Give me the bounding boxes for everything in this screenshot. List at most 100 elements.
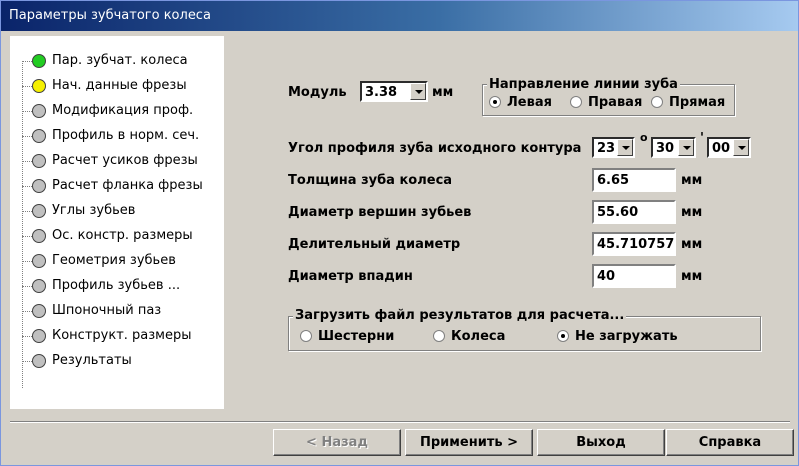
tree-item-design-dims[interactable]: Конструкт. размеры xyxy=(10,326,224,348)
angle-degrees-select[interactable]: 23 xyxy=(592,137,635,158)
dialog-window: Параметры зубчатого колеса Пар. зубчат. … xyxy=(0,0,799,466)
apply-button[interactable]: Применить > xyxy=(405,429,533,456)
load-radio-none[interactable]: Не загружать xyxy=(557,329,678,344)
tree-item-cutter-data[interactable]: Нач. данные фрезы xyxy=(10,76,224,98)
angle-label: Угол профиля зуба исходного контура xyxy=(288,141,582,156)
tree-item-tooth-geometry[interactable]: Геометрия зубьев xyxy=(10,251,224,273)
tree-item-label: Профиль зубьев ... xyxy=(52,278,181,293)
tree-item-label: Расчет усиков фрезы xyxy=(52,153,198,168)
root-diameter-label: Диаметр впадин xyxy=(288,269,413,284)
tree-item-label: Пар. зубчат. колеса xyxy=(52,53,188,68)
tree-item-label: Профиль в норм. сеч. xyxy=(52,128,200,143)
direction-radio-left[interactable]: Левая xyxy=(489,95,552,110)
status-dot-icon xyxy=(32,254,46,268)
window-title: Параметры зубчатого колеса xyxy=(9,8,211,23)
radio-label: Правая xyxy=(588,95,643,110)
help-button[interactable]: Справка xyxy=(666,429,794,456)
title-bar[interactable]: Параметры зубчатого колеса xyxy=(1,1,798,31)
pitch-diameter-value: 45.710757 xyxy=(597,237,675,252)
tip-diameter-label: Диаметр вершин зубьев xyxy=(288,205,472,220)
status-dot-icon xyxy=(32,329,46,343)
radio-icon xyxy=(651,95,663,108)
tree-item-tooth-angles[interactable]: Углы зубьев xyxy=(10,201,224,223)
tooth-thickness-label: Толщина зуба колеса xyxy=(288,173,453,188)
pitch-diameter-field[interactable]: 45.710757 xyxy=(592,232,676,256)
tooth-thickness-value: 6.65 xyxy=(597,173,630,188)
root-diameter-field[interactable]: 40 xyxy=(592,264,676,288)
tree-item-label: Геометрия зубьев xyxy=(52,253,176,268)
tree-item-cutter-whiskers[interactable]: Расчет усиков фрезы xyxy=(10,151,224,173)
button-separator xyxy=(10,421,790,423)
status-dot-icon xyxy=(32,129,46,143)
radio-icon xyxy=(433,329,445,342)
tree-item-main-dims[interactable]: Ос. констр. размеры xyxy=(10,226,224,248)
angle-minutes-value: 30 xyxy=(656,141,675,156)
module-label: Модуль xyxy=(288,85,347,100)
module-unit: мм xyxy=(432,85,454,100)
radio-label: Левая xyxy=(507,95,552,110)
chevron-down-icon[interactable] xyxy=(733,139,749,156)
exit-button[interactable]: Выход xyxy=(537,429,665,456)
tree-item-label: Расчет фланка фрезы xyxy=(52,178,203,193)
status-dot-icon xyxy=(32,229,46,243)
tooth-thickness-unit: мм xyxy=(681,173,703,188)
root-diameter-unit: мм xyxy=(681,269,703,284)
tree-item-tooth-profile[interactable]: Профиль зубьев ... xyxy=(10,276,224,298)
angle-seconds-value: 00 xyxy=(712,141,731,156)
radio-icon xyxy=(570,95,582,108)
radio-label: Колеса xyxy=(451,329,506,344)
tree-item-normal-section[interactable]: Профиль в норм. сеч. xyxy=(10,126,224,148)
chevron-down-icon[interactable] xyxy=(410,83,426,100)
chevron-down-icon[interactable] xyxy=(678,139,694,156)
tree-item-label: Ос. констр. размеры xyxy=(52,228,193,243)
radio-label: Шестерни xyxy=(318,329,395,344)
chevron-down-icon[interactable] xyxy=(617,139,633,156)
radio-icon xyxy=(300,329,312,342)
tree-item-label: Углы зубьев xyxy=(52,203,136,218)
status-dot-icon xyxy=(32,179,46,193)
tree-item-gear-params[interactable]: Пар. зубчат. колеса xyxy=(10,51,224,73)
tree-item-profile-mod[interactable]: Модификация проф. xyxy=(10,101,224,123)
tree-item-cutter-flank[interactable]: Расчет фланка фрезы xyxy=(10,176,224,198)
status-dot-icon xyxy=(32,354,46,368)
radio-label: Не загружать xyxy=(575,329,678,344)
tree-item-label: Шпоночный паз xyxy=(52,303,162,318)
direction-radio-straight[interactable]: Прямая xyxy=(651,95,725,110)
tree-item-label: Результаты xyxy=(52,353,132,368)
tree-item-label: Конструкт. размеры xyxy=(52,328,192,343)
tree-item-label: Нач. данные фрезы xyxy=(52,78,187,93)
load-radio-wheel[interactable]: Колеса xyxy=(433,329,505,344)
back-button[interactable]: < Назад xyxy=(273,429,401,456)
status-dot-icon xyxy=(32,204,46,218)
angle-minutes-select[interactable]: 30 xyxy=(651,137,696,158)
tree-item-label: Модификация проф. xyxy=(52,103,194,118)
load-results-group-title: Загрузить файл результатов для расчета..… xyxy=(293,308,627,323)
tip-diameter-unit: мм xyxy=(681,205,703,220)
pitch-diameter-label: Делительный диаметр xyxy=(288,237,461,252)
status-dot-icon xyxy=(32,304,46,318)
tip-diameter-value: 55.60 xyxy=(597,205,639,220)
root-diameter-value: 40 xyxy=(597,269,616,284)
module-select[interactable]: 3.38 xyxy=(360,81,428,102)
tip-diameter-field[interactable]: 55.60 xyxy=(592,200,676,224)
module-value: 3.38 xyxy=(365,85,398,100)
status-dot-icon xyxy=(32,154,46,168)
tree-item-results[interactable]: Результаты xyxy=(10,351,224,373)
load-radio-pinion[interactable]: Шестерни xyxy=(300,329,394,344)
status-dot-icon xyxy=(32,54,46,68)
navigation-tree: Пар. зубчат. колеса Нач. данные фрезы Мо… xyxy=(10,36,224,409)
radio-label: Прямая xyxy=(669,95,726,110)
angle-seconds-select[interactable]: 00 xyxy=(707,137,751,158)
pitch-diameter-unit: мм xyxy=(681,237,703,252)
direction-radio-right[interactable]: Правая xyxy=(570,95,642,110)
degree-symbol: о xyxy=(640,131,648,144)
tree-item-keyway[interactable]: Шпоночный паз xyxy=(10,301,224,323)
status-dot-icon xyxy=(32,79,46,93)
tooth-thickness-field[interactable]: 6.65 xyxy=(592,168,676,192)
minute-symbol: ' xyxy=(700,131,704,146)
status-dot-icon xyxy=(32,279,46,293)
radio-selected-icon xyxy=(557,329,569,342)
status-dot-icon xyxy=(32,104,46,118)
radio-selected-icon xyxy=(489,95,501,108)
direction-group-title: Направление линии зуба xyxy=(487,77,680,92)
